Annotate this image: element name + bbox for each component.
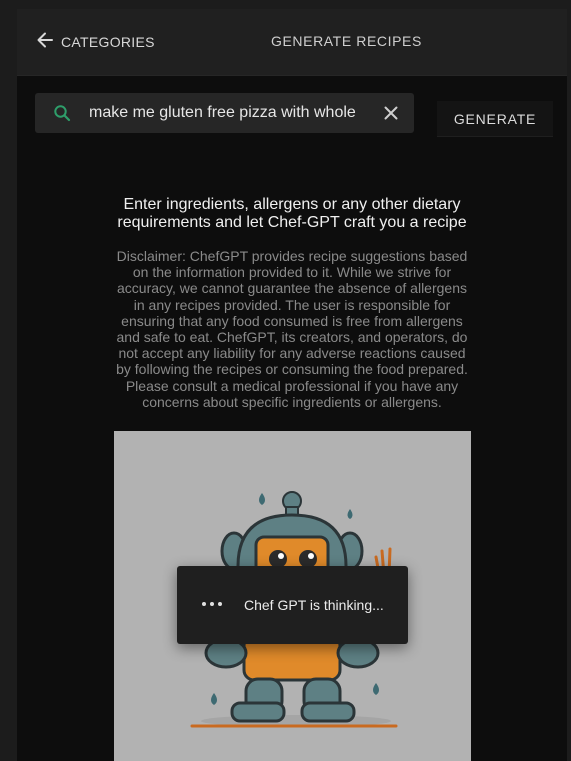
more-horizontal-icon bbox=[202, 602, 222, 606]
page-title: GENERATE RECIPES bbox=[271, 33, 422, 49]
generate-button[interactable]: GENERATE bbox=[437, 101, 553, 137]
top-bar: CATEGORIES GENERATE RECIPES bbox=[17, 9, 567, 76]
loading-text: Chef GPT is thinking... bbox=[244, 597, 384, 613]
recipe-prompt-input[interactable] bbox=[89, 102, 377, 124]
intro-text: Enter ingredients, allergens or any othe… bbox=[117, 196, 467, 231]
app-window: CATEGORIES GENERATE RECIPES GENERATE Ent… bbox=[17, 9, 567, 761]
back-label: CATEGORIES bbox=[61, 34, 155, 50]
loading-toast: Chef GPT is thinking... bbox=[177, 566, 408, 644]
arrow-left-icon bbox=[35, 30, 55, 55]
close-icon[interactable] bbox=[383, 105, 399, 121]
back-to-categories-button[interactable]: CATEGORIES bbox=[35, 30, 155, 54]
disclaimer-text: Disclaimer: ChefGPT provides recipe sugg… bbox=[116, 248, 468, 410]
search-box bbox=[35, 93, 414, 133]
search-icon bbox=[53, 104, 71, 122]
